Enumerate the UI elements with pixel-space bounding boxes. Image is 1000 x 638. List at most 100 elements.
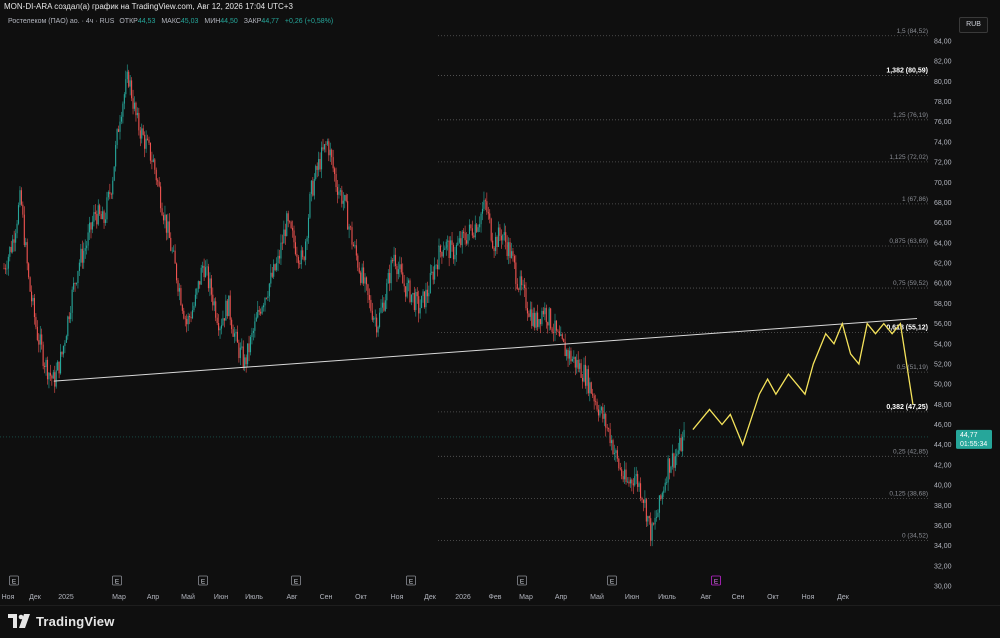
- candle-body: [605, 413, 607, 428]
- y-tick-label: 48,00: [934, 402, 952, 409]
- candle-body: [236, 331, 238, 343]
- candle-body: [516, 283, 518, 289]
- candle-body: [477, 227, 479, 232]
- x-tick-label: Ноя: [391, 594, 404, 601]
- candle-body: [364, 277, 366, 284]
- candle-body: [622, 476, 624, 480]
- candle-body: [683, 429, 685, 437]
- candle-body: [490, 218, 492, 241]
- candle-body: [402, 272, 404, 284]
- candle-body: [318, 158, 320, 170]
- candle-body: [142, 128, 144, 135]
- candle-body: [600, 407, 602, 411]
- candle-body: [660, 495, 662, 499]
- candle-body: [658, 495, 660, 513]
- candle-body: [136, 112, 138, 116]
- candle-body: [313, 178, 315, 196]
- candle-body: [135, 102, 137, 116]
- candle-body: [322, 147, 324, 150]
- candle-body: [655, 517, 658, 518]
- candle-body: [503, 232, 505, 236]
- candle-body: [492, 240, 494, 248]
- candle-body: [522, 284, 524, 286]
- candle-body: [28, 263, 30, 278]
- candle-body: [164, 214, 166, 221]
- candle-body: [52, 372, 54, 379]
- candle-body: [513, 255, 515, 263]
- candle-body: [187, 316, 189, 325]
- y-tick-label: 34,00: [934, 543, 952, 550]
- candle-body: [625, 469, 627, 483]
- candle-body: [399, 264, 401, 270]
- candle-body: [393, 254, 395, 262]
- candle-body: [374, 317, 376, 319]
- candle-body: [439, 245, 441, 253]
- x-tick-label: Мар: [519, 594, 533, 601]
- candle-body: [551, 328, 553, 333]
- candle-body: [365, 277, 368, 285]
- y-tick-label: 60,00: [934, 281, 952, 288]
- candle-body: [455, 244, 457, 255]
- x-tick-label: Окт: [355, 594, 368, 601]
- candle-body: [170, 237, 172, 251]
- candle-body: [75, 282, 78, 284]
- candle-body: [125, 79, 127, 95]
- candle-body: [397, 269, 399, 275]
- y-tick-label: 64,00: [934, 240, 952, 247]
- candle-body: [234, 333, 236, 337]
- candle-body: [226, 300, 228, 317]
- candle-body: [190, 317, 192, 319]
- candle-body: [383, 302, 385, 311]
- candle-body: [296, 254, 298, 257]
- candle-body: [603, 413, 605, 419]
- candle-body: [586, 369, 588, 386]
- candle-body: [22, 204, 24, 215]
- candle-body: [100, 213, 102, 220]
- fib-level-label: 0,5 (51,19): [897, 364, 928, 371]
- fib-level-label: 0,25 (42,85): [893, 448, 928, 455]
- candle-body: [102, 211, 104, 220]
- candle-body: [468, 224, 470, 235]
- candle-body: [229, 295, 231, 320]
- y-tick-label: 68,00: [934, 200, 952, 207]
- earnings-marker-label: E: [714, 579, 719, 586]
- candle-body: [120, 116, 122, 122]
- candle-body: [286, 213, 288, 237]
- candle-body: [566, 349, 568, 357]
- candle-body: [448, 240, 450, 259]
- earnings-marker-label: E: [610, 579, 615, 586]
- candle-body: [35, 317, 37, 327]
- candle-body: [123, 94, 125, 104]
- earnings-marker-label: E: [12, 579, 17, 586]
- candle-body: [429, 273, 431, 293]
- candle-body: [489, 213, 491, 219]
- candle-body: [249, 337, 252, 353]
- candle-body: [231, 319, 233, 330]
- candle-body: [300, 250, 302, 265]
- candle-body: [294, 242, 296, 255]
- candle-body: [335, 174, 337, 188]
- candle-body: [196, 288, 198, 295]
- x-tick-label: Сен: [732, 594, 745, 601]
- candle-body: [144, 134, 146, 149]
- earnings-marker-label: E: [520, 579, 525, 586]
- candle-body: [596, 401, 598, 410]
- candles: [3, 64, 685, 547]
- candle-body: [426, 289, 428, 297]
- candle-body: [392, 260, 394, 262]
- candle-body: [213, 301, 215, 306]
- candle-body: [531, 309, 533, 326]
- price-chart[interactable]: 1,5 (84,52) 1,382 (80,59) 1,25 (76,19) 1,12…: [0, 0, 1000, 605]
- candle-body: [480, 213, 482, 225]
- y-tick-label: 62,00: [934, 261, 952, 268]
- candle-body: [225, 300, 227, 321]
- candle-body: [278, 255, 281, 259]
- candle-body: [222, 318, 224, 326]
- candle-body: [223, 318, 225, 321]
- candle-body: [206, 266, 208, 268]
- fib-level-label: 1 (67,86): [902, 196, 928, 203]
- candle-body: [216, 317, 218, 324]
- candle-body: [80, 248, 82, 263]
- candle-body: [3, 268, 5, 269]
- tradingview-logo[interactable]: TradingView: [8, 613, 115, 629]
